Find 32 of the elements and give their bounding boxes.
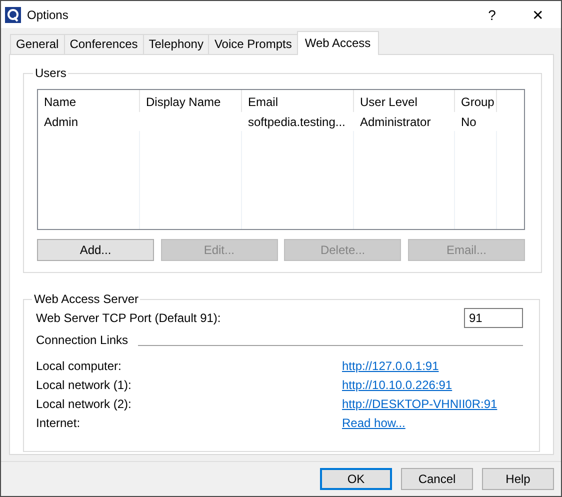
app-icon [5, 6, 21, 22]
close-button[interactable]: ✕ [515, 6, 561, 22]
dialog-button[interactable]: Help [482, 468, 554, 490]
column-header[interactable]: Display Name [140, 90, 242, 112]
action-button[interactable]: Add... [37, 239, 154, 261]
section-heading: Connection Links [36, 333, 128, 347]
column-header[interactable]: Name [38, 90, 140, 112]
link-label: Local computer: [36, 358, 122, 372]
group-title: Users [34, 66, 68, 80]
link[interactable]: http://DESKTOP-VHNII0R:91 [342, 396, 523, 410]
help-button[interactable]: ? [469, 6, 515, 22]
dialog-button[interactable]: Cancel [401, 468, 473, 490]
tab[interactable]: Web Access [296, 31, 379, 55]
table-cell-text: Administrator [359, 114, 432, 131]
table-cell-text: Admin [43, 114, 80, 131]
column-header[interactable]: Email [242, 90, 354, 112]
tab[interactable]: General [10, 34, 65, 54]
window-title: Options [27, 8, 70, 22]
dialog-button[interactable]: OK [320, 468, 392, 490]
link[interactable]: Read how... [342, 416, 523, 430]
table-cell-text: No [460, 114, 478, 131]
link[interactable]: http://10.10.0.226:91 [342, 378, 523, 392]
field-label: Web Server TCP Port (Default 91): [36, 311, 221, 325]
link-label: Local network (1): [36, 378, 132, 392]
column-header[interactable]: Group [455, 90, 497, 112]
port-field[interactable]: 91 [464, 308, 523, 328]
link[interactable]: http://127.0.0.1:91 [342, 358, 523, 372]
group-title: Web Access Server [33, 292, 140, 306]
link-label: Internet: [36, 416, 82, 430]
column-header[interactable]: User Level [354, 90, 455, 112]
link-label: Local network (2): [36, 396, 132, 410]
table-cell-text: softpedia.testing... [247, 114, 346, 131]
